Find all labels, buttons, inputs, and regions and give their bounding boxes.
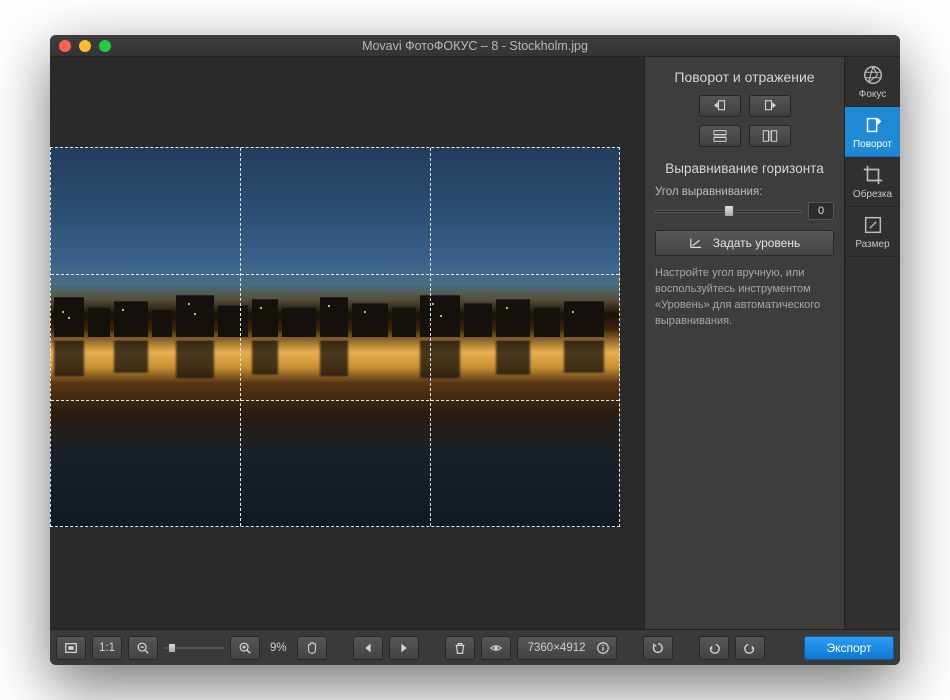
titlebar: Movavi ФотоФОКУС – 8 - Stockholm.jpg <box>50 35 900 57</box>
flip-horizontal-button[interactable] <box>749 125 791 147</box>
delete-button[interactable] <box>445 636 475 660</box>
zoom-in-icon <box>238 641 252 655</box>
tool-rotate-label: Поворот <box>853 139 892 150</box>
main-body: Поворот и отражение Выравнивание горизон… <box>50 57 900 629</box>
pan-hand-button[interactable] <box>297 636 327 660</box>
compare-button[interactable] <box>481 636 511 660</box>
bottom-toolbar: 1:1 9% 7360×4912 <box>50 629 900 665</box>
tool-crop[interactable]: Обрезка <box>845 157 900 207</box>
zoom-out-button[interactable] <box>128 636 158 660</box>
tool-focus[interactable]: Фокус <box>845 57 900 107</box>
reset-button[interactable] <box>643 636 673 660</box>
side-panel: Поворот и отражение Выравнивание горизон… <box>644 57 844 629</box>
redo-button[interactable] <box>735 636 765 660</box>
dimensions-text: 7360×4912 <box>524 642 590 654</box>
tool-rotate[interactable]: Поворот <box>845 107 900 157</box>
export-label: Экспорт <box>826 641 871 655</box>
actual-size-button[interactable]: 1:1 <box>92 636 122 660</box>
trash-icon <box>453 641 467 655</box>
crop-icon <box>862 164 884 186</box>
eye-icon <box>489 641 503 655</box>
photo-preview <box>50 147 620 527</box>
next-image-button[interactable] <box>389 636 419 660</box>
angle-value[interactable]: 0 <box>808 202 834 220</box>
tool-crop-label: Обрезка <box>853 189 892 200</box>
rotate-icon <box>862 114 884 136</box>
tool-column: Фокус Поворот Обрезка Размер <box>844 57 900 629</box>
fit-screen-icon <box>64 641 78 655</box>
app-window: Movavi ФотоФОКУС – 8 - Stockholm.jpg <box>50 35 900 665</box>
help-text: Настройте угол вручную, или воспользуйте… <box>655 266 834 330</box>
straighten-heading: Выравнивание горизонта <box>655 161 834 176</box>
level-icon <box>689 236 703 250</box>
tool-resize[interactable]: Размер <box>845 207 900 257</box>
undo-icon <box>707 641 721 655</box>
zoom-in-button[interactable] <box>230 636 260 660</box>
angle-label: Угол выравнивания: <box>655 186 834 198</box>
fit-screen-button[interactable] <box>56 636 86 660</box>
dimensions-readout[interactable]: 7360×4912 <box>517 636 617 660</box>
rotate-right-button[interactable] <box>749 95 791 117</box>
zoom-out-icon <box>136 641 150 655</box>
flip-horizontal-icon <box>761 129 779 143</box>
flip-vertical-button[interactable] <box>699 125 741 147</box>
reflection-art <box>50 341 620 404</box>
angle-slider[interactable] <box>655 204 802 218</box>
window-title: Movavi ФотоФОКУС – 8 - Stockholm.jpg <box>50 39 900 53</box>
tool-resize-label: Размер <box>855 239 889 250</box>
image-canvas[interactable] <box>50 57 644 629</box>
rotate-right-icon <box>761 99 779 113</box>
export-button[interactable]: Экспорт <box>804 636 894 660</box>
triangle-right-icon <box>397 641 411 655</box>
resize-icon <box>862 214 884 236</box>
triangle-left-icon <box>361 641 375 655</box>
actual-size-label: 1:1 <box>99 642 115 654</box>
info-icon <box>596 641 610 655</box>
redo-icon <box>743 641 757 655</box>
rotate-left-icon <box>711 99 729 113</box>
rotate-left-button[interactable] <box>699 95 741 117</box>
set-level-button[interactable]: Задать уровень <box>655 230 834 256</box>
skyline-art <box>50 293 620 337</box>
prev-image-button[interactable] <box>353 636 383 660</box>
reset-icon <box>651 641 665 655</box>
rotate-heading: Поворот и отражение <box>655 69 834 85</box>
aperture-icon <box>862 64 884 86</box>
set-level-label: Задать уровень <box>713 236 800 250</box>
zoom-percent: 9% <box>266 642 291 654</box>
tool-focus-label: Фокус <box>859 89 887 100</box>
hand-icon <box>305 641 319 655</box>
flip-vertical-icon <box>711 129 729 143</box>
undo-button[interactable] <box>699 636 729 660</box>
zoom-slider[interactable] <box>164 641 224 655</box>
